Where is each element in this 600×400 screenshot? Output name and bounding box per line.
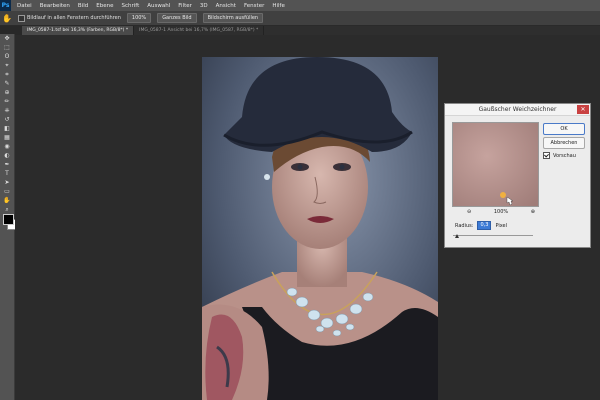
radius-unit: Pixel (495, 222, 508, 229)
blur-preview[interactable] (452, 122, 539, 207)
radius-label: Radius: (455, 222, 474, 229)
portrait-photo[interactable] (202, 57, 438, 400)
move-tool-icon[interactable]: ✥ (0, 34, 14, 43)
ok-button[interactable]: OK (543, 123, 585, 135)
blur-tool-icon[interactable]: ◉ (0, 142, 14, 151)
lasso-tool-icon[interactable]: ʘ (0, 52, 14, 61)
fill-screen-button[interactable]: Bildschirm ausfüllen (202, 13, 264, 23)
menu-bar: Ps Datei Bearbeiten Bild Ebene Schrift A… (0, 0, 600, 11)
zoom-in-icon[interactable]: ⊕ (531, 209, 535, 215)
menu-type[interactable]: Schrift (121, 3, 139, 9)
zoom-100-button[interactable]: 100% (126, 13, 152, 23)
hand-icon[interactable]: ✋ (0, 14, 14, 23)
zoom-level: 100% (493, 209, 509, 215)
marquee-tool-icon[interactable]: ⬚ (0, 43, 14, 52)
zoom-tool-icon[interactable]: ⌕ (0, 205, 14, 214)
healing-tool-icon[interactable]: ⊕ (0, 88, 14, 97)
menu-filter[interactable]: Filter (178, 3, 192, 9)
tab-document-1[interactable]: IMG_0587-1.tsf bei 16,3% (Farben, RGB/8*… (22, 26, 135, 35)
document-tabs: IMG_0587-1.tsf bei 16,3% (Farben, RGB/8*… (22, 26, 600, 35)
dodge-tool-icon[interactable]: ◐ (0, 151, 14, 160)
menu-file[interactable]: Datei (17, 3, 32, 9)
tools-panel: ✥ ⬚ ʘ ⌖ ⌗ ✎ ⊕ ✏ ⎈ ↺ ◧ ▦ ◉ ◐ ✒ T ➤ ▭ ✋ ⌕ (0, 34, 18, 400)
eyedropper-tool-icon[interactable]: ✎ (0, 79, 14, 88)
tab-document-2[interactable]: IMG_0587-1 Ansicht bei 16,7% (IMG_0587, … (134, 26, 265, 35)
scroll-all-windows-option[interactable]: Bildlauf in allen Fenstern durchführen (18, 14, 121, 22)
foreground-color-swatch[interactable] (3, 214, 14, 225)
pen-tool-icon[interactable]: ✒ (0, 160, 14, 169)
close-icon[interactable]: ✕ (577, 105, 589, 114)
menu-help[interactable]: Hilfe (272, 3, 285, 9)
zoom-controls: ⊖ 100% ⊕ (467, 209, 535, 215)
menu-edit[interactable]: Bearbeiten (40, 3, 70, 9)
preview-check-box[interactable] (543, 152, 550, 159)
radius-input[interactable]: 0,3 (477, 221, 492, 230)
radius-row: Radius: 0,3 Pixel (455, 221, 507, 230)
menu-image[interactable]: Bild (78, 3, 88, 9)
menu-window[interactable]: Fenster (244, 3, 264, 9)
photoshop-logo: Ps (0, 0, 11, 11)
cursor-highlight-icon (500, 192, 506, 198)
quick-select-tool-icon[interactable]: ⌖ (0, 61, 14, 70)
radius-slider[interactable] (453, 234, 533, 238)
gaussian-blur-dialog: Gaußscher Weichzeichner ✕ OK Abbrechen V… (444, 103, 591, 248)
hand-tool-icon[interactable]: ✋ (0, 196, 14, 205)
menu-select[interactable]: Auswahl (147, 3, 170, 9)
clone-tool-icon[interactable]: ⎈ (0, 106, 14, 115)
path-select-tool-icon[interactable]: ➤ (0, 178, 14, 187)
crop-tool-icon[interactable]: ⌗ (0, 70, 14, 79)
fit-screen-button[interactable]: Ganzes Bild (157, 13, 197, 23)
eraser-tool-icon[interactable]: ◧ (0, 124, 14, 133)
type-tool-icon[interactable]: T (0, 169, 14, 178)
shape-tool-icon[interactable]: ▭ (0, 187, 14, 196)
scroll-all-checkbox[interactable] (18, 14, 25, 22)
dialog-title: Gaußscher Weichzeichner (445, 104, 590, 116)
cancel-button[interactable]: Abbrechen (543, 137, 585, 149)
brush-tool-icon[interactable]: ✏ (0, 97, 14, 106)
scroll-all-label: Bildlauf in allen Fenstern durchführen (27, 15, 121, 21)
radius-slider-thumb[interactable] (455, 234, 459, 238)
preview-label: Vorschau (553, 152, 576, 159)
zoom-out-icon[interactable]: ⊖ (467, 209, 471, 215)
preview-checkbox[interactable]: Vorschau (543, 152, 576, 159)
gradient-tool-icon[interactable]: ▦ (0, 133, 14, 142)
history-brush-tool-icon[interactable]: ↺ (0, 115, 14, 124)
menu-view[interactable]: Ansicht (216, 3, 236, 9)
menu-3d[interactable]: 3D (200, 3, 208, 9)
menu-layer[interactable]: Ebene (96, 3, 113, 9)
options-bar: ✋ Bildlauf in allen Fenstern durchführen… (0, 11, 600, 26)
